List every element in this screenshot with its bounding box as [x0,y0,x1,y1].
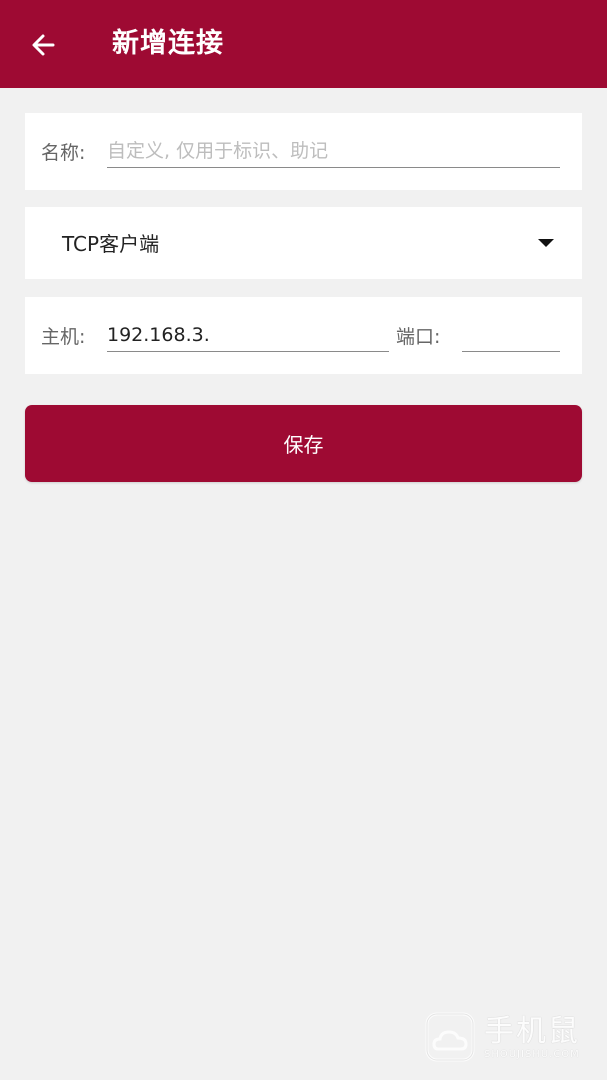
port-field-wrapper [462,319,560,352]
name-card: 名称: [25,113,582,190]
port-input[interactable] [462,319,560,351]
page-title: 新增连接 [112,28,224,59]
port-label: 端口: [396,326,441,348]
host-field-wrapper [107,319,389,352]
host-label: 主机: [41,326,86,348]
cloud-logo-icon [425,1012,475,1062]
name-label: 名称: [41,142,86,164]
watermark-text: 手机鼠 SHOUJISHU.COM [484,1013,580,1060]
host-port-card: 主机: 端口: [25,297,582,374]
name-field-wrapper [107,135,560,168]
watermark-sub: SHOUJISHU.COM [484,1048,580,1060]
name-input[interactable] [107,135,560,167]
arrow-left-icon [32,34,55,56]
caret-down-icon [538,239,554,247]
back-button[interactable] [26,28,60,62]
save-button[interactable]: 保存 [25,405,582,482]
connection-type-select[interactable]: TCP客户端 [25,207,582,279]
connection-type-value: TCP客户端 [62,232,160,256]
app-bar: 新增连接 [0,0,607,88]
watermark: 手机鼠 SHOUJISHU.COM [424,1008,589,1066]
host-input[interactable] [107,319,389,351]
watermark-main: 手机鼠 [484,1013,580,1049]
